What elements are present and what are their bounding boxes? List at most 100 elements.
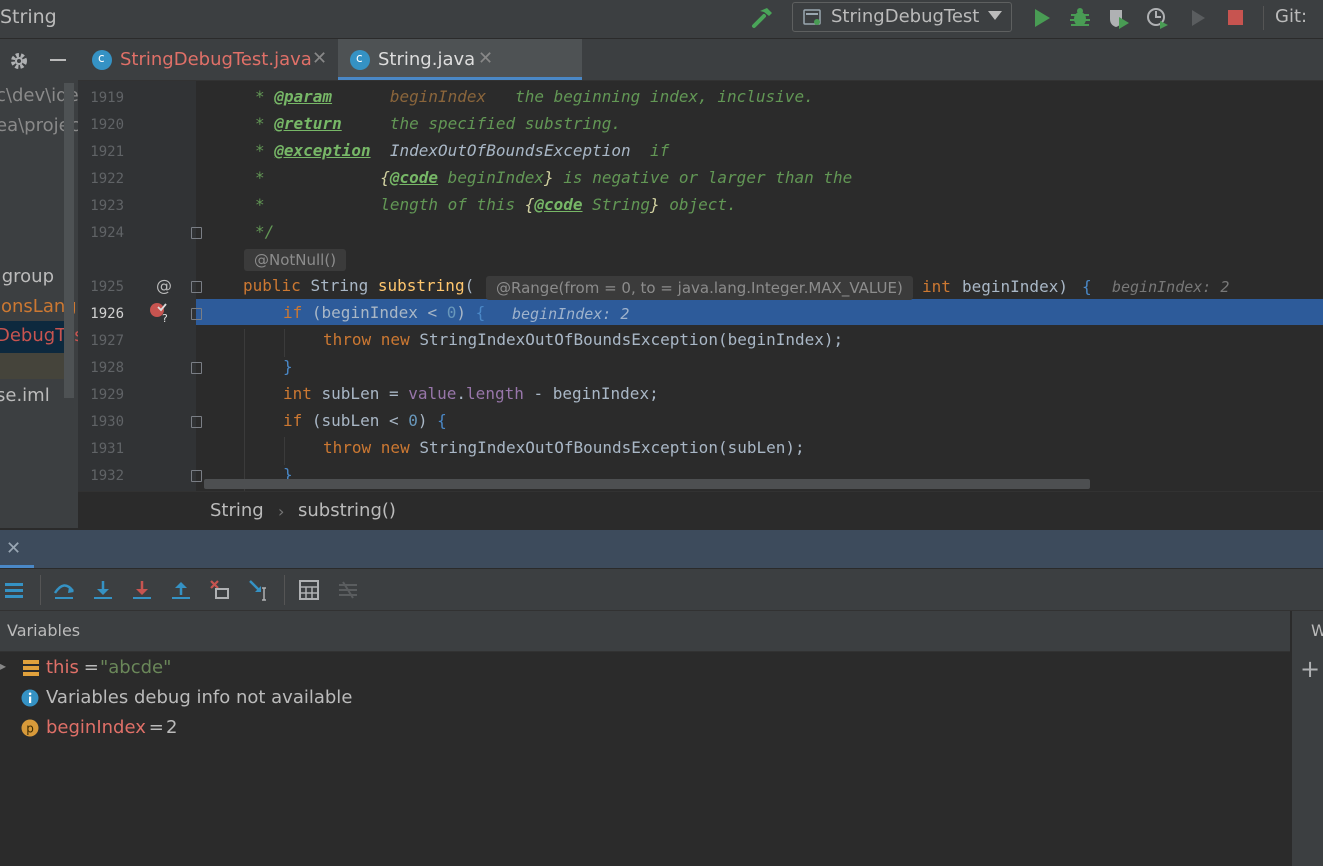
line-number[interactable]: 1920 (86, 117, 124, 133)
variables-tree[interactable]: ▸ this = "abcde" Variables debug info no… (0, 652, 1290, 866)
line-number[interactable]: 1923 (86, 198, 124, 214)
line-number[interactable]: 1924 (86, 225, 124, 241)
java-class-icon-letter: c (356, 51, 363, 65)
force-step-into-icon[interactable] (131, 579, 153, 601)
build-hammer-icon[interactable] (750, 6, 776, 30)
code-token: { (437, 411, 447, 430)
line-number[interactable]: 1919 (86, 90, 124, 106)
editor-horizontal-scrollbar[interactable] (204, 479, 1090, 489)
add-watch-icon[interactable]: + (1300, 655, 1320, 683)
breadcrumb-class[interactable]: String (210, 500, 264, 521)
info-icon (21, 689, 39, 707)
close-icon[interactable]: ✕ (6, 538, 21, 559)
step-over-icon[interactable] (53, 579, 75, 601)
signature-param-type: int (922, 277, 961, 296)
svg-text:?: ? (162, 312, 168, 323)
code-token: { (524, 195, 535, 214)
debug-stepping-toolbar (0, 569, 1323, 611)
line-number[interactable]: 1929 (86, 387, 124, 403)
code-line: if (beginIndex < 0) { (283, 303, 485, 322)
code-token: StringIndexOutOfBoundsException(beginInd… (419, 330, 844, 349)
line-number[interactable]: 1926 (86, 306, 124, 322)
show-frames-icon[interactable] (4, 579, 26, 601)
code-token: @exception (274, 141, 371, 160)
code-line: throw new StringIndexOutOfBoundsExceptio… (323, 330, 843, 349)
line-number[interactable]: 1921 (86, 144, 124, 160)
gear-icon[interactable] (8, 50, 30, 72)
override-marker-icon[interactable]: @ (156, 276, 172, 295)
watches-panel: W + (1291, 611, 1323, 866)
line-number[interactable]: 1932 (86, 468, 124, 484)
code-token: String (310, 276, 378, 295)
project-tree-item[interactable]: .group (0, 266, 54, 287)
code-line: * {@code beginIndex} is negative or larg… (255, 168, 852, 187)
editor-breadcrumb-bar: String › substring() (78, 491, 1323, 529)
code-token: { (475, 303, 486, 322)
editor-tab-bar: c StringDebugTest.java ✕ c String.java ✕ (78, 39, 1323, 81)
code-token: . (456, 384, 467, 403)
variable-name: this (46, 657, 79, 678)
chevron-down-icon (988, 11, 1002, 20)
trace-stream-icon[interactable] (337, 579, 359, 601)
tab-stringdebugtest[interactable]: c StringDebugTest.java ✕ (78, 39, 338, 80)
resume-disabled-icon[interactable] (1186, 7, 1210, 29)
run-to-cursor-icon[interactable] (248, 579, 270, 601)
code-token: the specified substring. (341, 114, 622, 133)
step-out-icon[interactable] (170, 579, 192, 601)
code-line: * length of this {@code String} object. (255, 195, 737, 214)
breadcrumb-method[interactable]: substring() (298, 500, 396, 521)
line-number[interactable]: 1928 (86, 360, 124, 376)
minimize-icon[interactable] (50, 59, 66, 61)
code-token: } (544, 168, 554, 187)
project-panel: c\dev\ide ea\projec .group ionsLang3 Deb… (0, 39, 78, 528)
code-line: } (283, 357, 293, 376)
line-number[interactable]: 1922 (86, 171, 124, 187)
code-token: object. (659, 195, 737, 214)
step-into-icon[interactable] (92, 579, 114, 601)
profiler-icon[interactable] (1146, 7, 1170, 29)
line-number[interactable]: 1927 (86, 333, 124, 349)
variable-row[interactable]: Variables debug info not available (0, 683, 1290, 713)
tab-string-java[interactable]: c String.java ✕ (338, 39, 582, 80)
code-token: } (649, 195, 660, 214)
coverage-icon[interactable] (1107, 7, 1131, 29)
drop-frame-icon[interactable] (209, 579, 231, 601)
toolbar-separator (1263, 6, 1264, 30)
code-token: throw new (323, 438, 420, 457)
expand-arrow-icon[interactable]: ▸ (0, 659, 6, 673)
stop-icon[interactable] (1224, 7, 1248, 29)
nav-breadcrumb-file[interactable]: String (0, 6, 57, 28)
notnull-hint-text: @NotNull() (254, 251, 337, 269)
project-scrollbar[interactable] (64, 83, 74, 398)
fold-marker-icon[interactable] (191, 227, 202, 239)
fold-marker-icon[interactable] (191, 362, 202, 374)
git-label: Git: (1275, 6, 1308, 27)
code-token: StringIndexOutOfBoundsException(subLen); (419, 438, 805, 457)
close-icon[interactable]: ✕ (478, 48, 493, 69)
code-line: * @param beginIndex the beginning index,… (255, 87, 814, 106)
fold-marker-icon[interactable] (191, 416, 202, 428)
line-number[interactable]: 1930 (86, 414, 124, 430)
tab-label: StringDebugTest.java (120, 49, 312, 70)
code-token: is negative or larger than the (553, 168, 853, 187)
variable-row[interactable]: ▸ this = "abcde" (0, 653, 1290, 683)
line-number[interactable]: 1931 (86, 441, 124, 457)
line-number[interactable]: 1925 (86, 279, 124, 295)
fold-marker-icon[interactable] (191, 470, 202, 482)
code-token: * length of this (255, 195, 525, 214)
evaluate-expression-icon[interactable] (298, 579, 320, 601)
breakpoint-icon[interactable]: ? (148, 301, 172, 323)
debug-bug-icon[interactable] (1068, 7, 1092, 29)
fold-marker-icon[interactable] (191, 281, 202, 293)
project-tree-item[interactable]: se.iml (0, 385, 50, 406)
close-icon[interactable]: ✕ (312, 48, 327, 69)
run-icon[interactable] (1030, 7, 1054, 29)
code-token: 0 (408, 411, 418, 430)
fold-marker-icon[interactable] (191, 308, 202, 320)
debug-tool-window-header: ✕ (0, 530, 1323, 568)
variable-row[interactable]: p beginIndex = 2 (0, 713, 1290, 743)
code-editor[interactable]: 1919 * @param beginIndex the beginning in… (78, 81, 1323, 491)
run-configuration-select[interactable]: StringDebugTest (792, 2, 1012, 32)
variable-value: "abcde" (100, 657, 172, 678)
